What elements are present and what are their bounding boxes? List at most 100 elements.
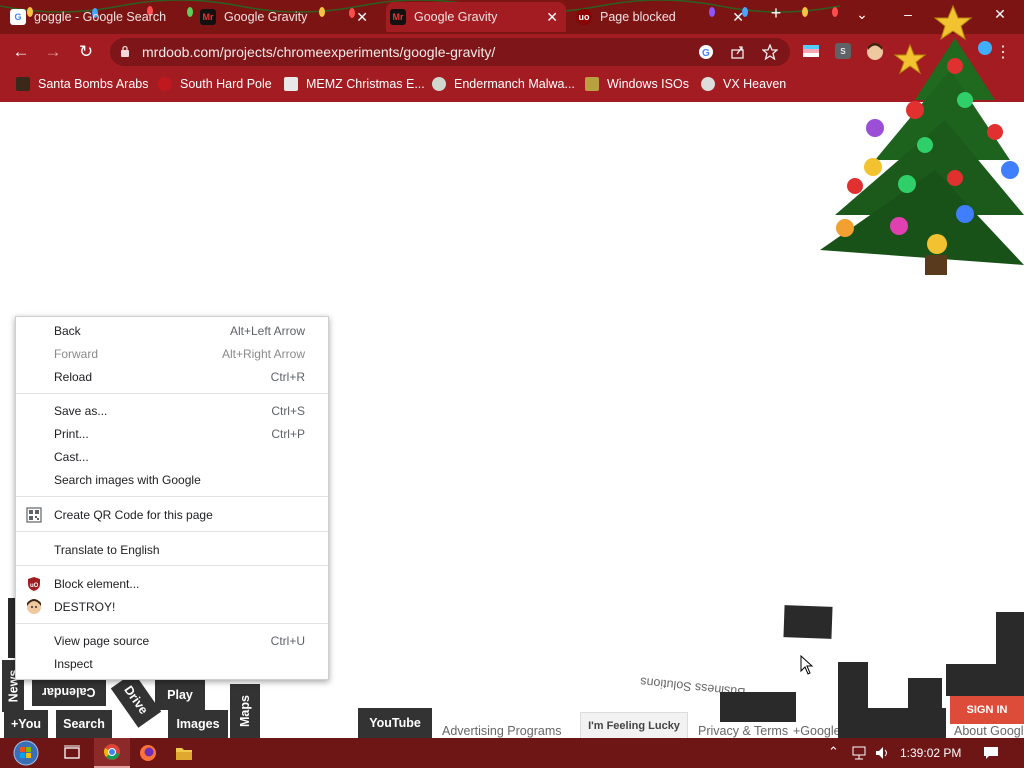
firefox-icon [140,745,156,761]
menu-item-save-as[interactable]: Save as... Ctrl+S [16,400,328,423]
clock[interactable]: 1:39:02 PM [900,746,961,760]
task-view-icon [64,745,80,759]
tab-title: Google Gravity [414,10,498,24]
menu-item-label: Print... [54,427,89,441]
sign-in-button[interactable]: SIGN IN [950,696,1024,724]
menu-separator [16,623,328,624]
menu-separator [16,496,328,497]
address-bar[interactable]: mrdoob.com/projects/chromeexperiments/go… [110,38,790,66]
tab-title: goggle - Google Search [34,10,167,24]
mr-doob-icon: Mr [390,9,406,25]
google-g-icon: G [10,9,26,25]
google-lens-icon[interactable]: G [698,44,714,60]
bookmark-south-hard-pole[interactable]: South Hard Pole [158,77,272,91]
images-label: Images [176,717,220,731]
start-button[interactable] [8,738,44,768]
tab-page-blocked[interactable]: uo Page blocked ✕ [572,2,752,32]
menu-item-shortcut: Ctrl+R [270,370,305,384]
taskbar-chrome[interactable] [94,738,130,768]
menu-item-label: Back [54,324,81,338]
menu-item-block-element[interactable]: uO Block element... [16,573,328,596]
play-label: Play [167,688,193,702]
tab-google-gravity-1[interactable]: Mr Google Gravity ✕ [196,2,376,32]
close-tab-icon[interactable]: ✕ [356,9,368,26]
close-tab-icon[interactable]: ✕ [546,9,558,26]
bookmark-label: MEMZ Christmas E... [306,77,425,91]
bookmark-star-icon[interactable] [762,44,778,60]
advertising-programs-link[interactable]: Advertising Programs [442,724,562,738]
qr-code-icon [26,507,42,523]
menu-item-translate[interactable]: Translate to English [16,539,328,562]
menu-item-cast[interactable]: Cast... [16,446,328,469]
windows-orb-icon [13,740,39,766]
bookmark-memz-christmas[interactable]: MEMZ Christmas E... [284,77,425,91]
youtube-link[interactable]: YouTube [358,708,432,738]
plus-you-label: +You [11,717,41,731]
play-link[interactable]: Play [155,680,205,710]
fallen-block [838,662,868,738]
plus-google-link[interactable]: +Google [793,724,841,738]
fallen-block [996,612,1024,664]
menu-item-inspect[interactable]: Inspect [16,653,328,676]
menu-item-view-source[interactable]: View page source Ctrl+U [16,630,328,653]
network-icon[interactable] [851,746,867,760]
bookmark-icon [432,77,446,91]
christmas-tree-decoration [820,4,1024,275]
bookmark-vx-heaven[interactable]: VX Heaven [701,77,786,91]
back-arrow-icon[interactable]: ← [10,42,32,62]
bookmark-label: VX Heaven [723,77,787,91]
menu-item-create-qr[interactable]: Create QR Code for this page [16,504,328,527]
bookmark-icon [158,77,172,91]
new-tab-button[interactable]: + [762,3,790,24]
menu-item-label: Forward [54,347,99,361]
avatar-icon [27,599,41,614]
notification-icon[interactable] [983,746,999,761]
tab-google-search[interactable]: G goggle - Google Search [6,2,186,32]
menu-item-destroy[interactable]: DESTROY! [16,596,328,619]
feeling-lucky-button[interactable]: I'm Feeling Lucky [580,712,688,740]
maps-link[interactable]: Maps [230,684,260,738]
url-text: mrdoob.com/projects/chromeexperiments/go… [142,44,496,60]
tab-title: Page blocked [600,10,676,24]
chrome-icon [104,744,120,760]
calendar-link[interactable]: Calendar [32,678,106,706]
privacy-terms-link[interactable]: Privacy & Terms [698,724,788,738]
task-view-button[interactable] [54,738,90,768]
ublock-icon: uO [28,577,40,591]
chevron-up-icon[interactable]: ⌃ [828,744,839,760]
menu-item-label: Translate to English [54,543,160,557]
bookmark-endermanch[interactable]: Endermanch Malwa... [432,77,575,91]
menu-item-back[interactable]: Back Alt+Left Arrow [16,320,328,343]
bookmark-label: Santa Bombs Arabs [38,77,149,91]
fallen-block [946,664,1024,696]
taskbar-firefox[interactable] [130,738,166,768]
maps-label: Maps [238,695,253,727]
fallen-block [908,678,942,708]
menu-item-search-images[interactable]: Search images with Google [16,469,328,492]
search-link[interactable]: Search [56,710,112,738]
plus-you-link[interactable]: +You [4,710,48,738]
bookmark-santa-bombs[interactable]: Santa Bombs Arabs [16,77,148,91]
bookmark-label: South Hard Pole [180,77,272,91]
volume-icon[interactable] [875,746,891,760]
lock-icon [121,45,129,57]
tab-google-gravity-2[interactable]: Mr Google Gravity ✕ [386,2,566,32]
close-tab-icon[interactable]: ✕ [732,9,744,26]
menu-item-label: Cast... [54,450,89,464]
bookmark-windows-isos[interactable]: Windows ISOs [585,77,689,91]
menu-separator [16,565,328,566]
menu-item-label: Block element... [54,577,140,591]
taskbar-file-explorer[interactable] [166,738,202,768]
menu-item-print[interactable]: Print... Ctrl+P [16,423,328,446]
about-google-link[interactable]: About Google [954,724,1024,738]
menu-item-shortcut: Ctrl+U [270,634,305,648]
share-icon[interactable] [730,44,746,60]
forward-arrow-icon[interactable]: → [42,42,64,62]
youtube-label: YouTube [369,716,421,730]
menu-item-forward[interactable]: Forward Alt+Right Arrow [16,343,328,366]
menu-item-reload[interactable]: Reload Ctrl+R [16,366,328,389]
images-link[interactable]: Images [168,710,228,738]
menu-item-shortcut: Ctrl+P [271,427,305,441]
drive-link[interactable]: Drive [110,672,162,728]
reload-icon[interactable]: ↻ [75,42,97,62]
